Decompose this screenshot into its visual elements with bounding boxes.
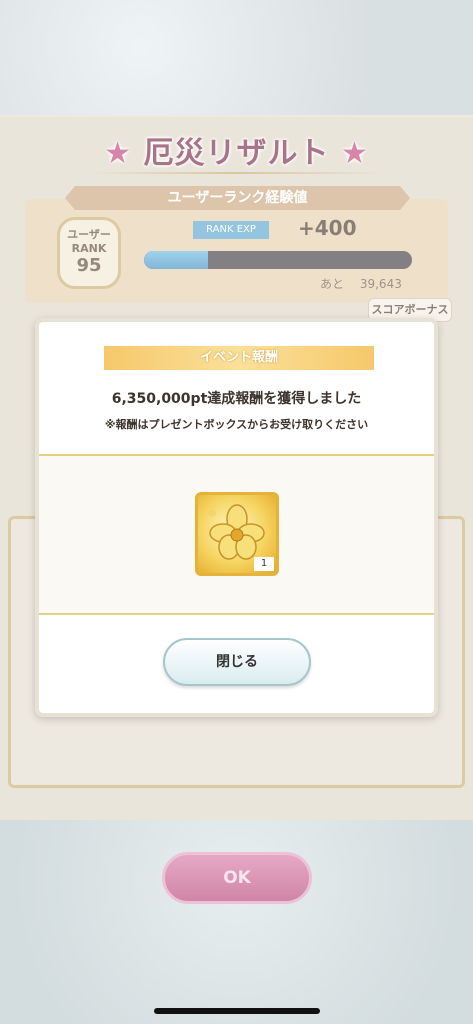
dialog-divider-bottom	[39, 613, 434, 615]
home-indicator[interactable]	[154, 1008, 320, 1014]
dialog-message: 6,350,000pt達成報酬を獲得しました	[111, 391, 362, 407]
dialog-note: ※報酬はプレゼントボックスからお受け取りください	[104, 418, 369, 431]
reward-item[interactable]: 1	[195, 492, 279, 576]
reward-item-quantity: 1	[254, 557, 274, 571]
dialog-header: イベント報酬	[104, 346, 374, 370]
close-button[interactable]: 閉じる	[163, 638, 311, 686]
event-reward-dialog: イベント報酬 6,350,000pt達成報酬を獲得しました ※報酬はプレゼントボ…	[35, 318, 438, 717]
